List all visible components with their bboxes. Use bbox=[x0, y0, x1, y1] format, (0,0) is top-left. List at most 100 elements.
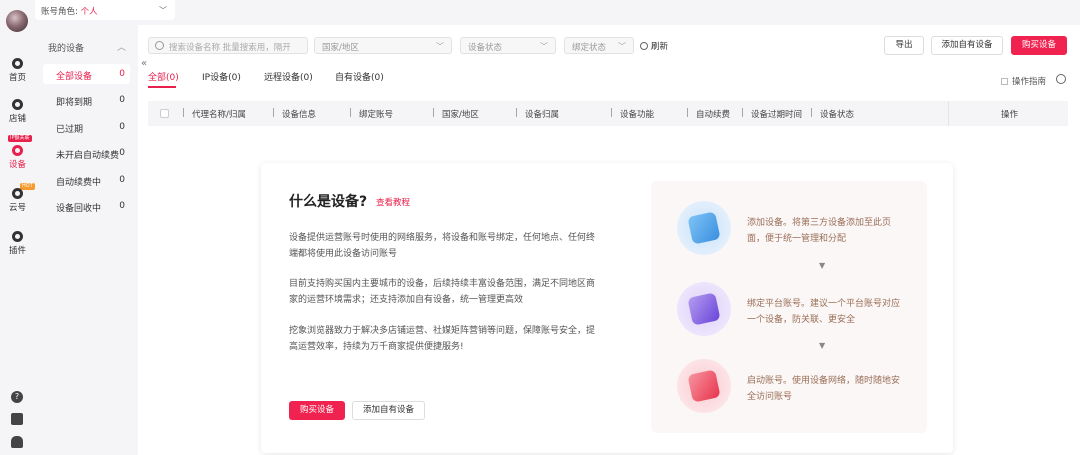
shirt-icon[interactable] bbox=[11, 413, 23, 425]
home-icon bbox=[12, 58, 23, 69]
help-icon[interactable]: ? bbox=[11, 391, 23, 403]
select-all-checkbox[interactable] bbox=[160, 109, 169, 118]
add-device-icon bbox=[677, 201, 731, 255]
column-header: 绑定账号 bbox=[359, 110, 394, 120]
rail-tag-badge: IP额关联 bbox=[8, 135, 32, 142]
rail-item-label: 云号 bbox=[8, 203, 26, 213]
shop-icon bbox=[12, 99, 23, 110]
bind-status-select[interactable]: 绑定状态 ﹀ bbox=[564, 37, 634, 54]
sidebar-item-count: 0 bbox=[119, 148, 125, 158]
rail-item-shop[interactable]: 店铺 bbox=[0, 99, 35, 124]
card-add-own-device-button[interactable]: 添加自有设备 bbox=[352, 401, 425, 420]
operation-guide-toggle[interactable]: 操作指南 bbox=[1001, 75, 1046, 87]
tutorial-link[interactable]: 查看教程 bbox=[376, 196, 410, 208]
select-label: 绑定状态 bbox=[572, 43, 607, 53]
sidebar-item-label: 未开启自动续费 bbox=[56, 151, 120, 161]
column-separator: | bbox=[686, 108, 689, 118]
chevron-down-icon: ﹀ bbox=[618, 42, 626, 51]
sidebar-item-label: 已过期 bbox=[56, 125, 84, 135]
bell-icon[interactable] bbox=[11, 436, 23, 448]
add-own-device-button[interactable]: 添加自有设备 bbox=[931, 36, 1003, 55]
column-separator: | bbox=[810, 108, 813, 118]
launch-account-icon bbox=[677, 359, 731, 413]
rail-item-label: 插件 bbox=[8, 246, 26, 256]
sidebar-item-count: 0 bbox=[119, 201, 125, 211]
column-separator: | bbox=[610, 108, 613, 118]
tab-own[interactable]: 自有设备(0) bbox=[335, 70, 384, 83]
refresh-icon bbox=[640, 42, 648, 50]
sidebar-item-label: 即将到期 bbox=[56, 98, 93, 108]
sidebar-item-no-autorenew[interactable]: 未开启自动续费 0 bbox=[43, 143, 130, 163]
guide-label: 操作指南 bbox=[1012, 77, 1047, 87]
card-paragraph: 挖象浏览器致力于解决多店铺运营、社媒矩阵营销等问题，保障账号安全，提高运营效率，… bbox=[289, 326, 596, 352]
sidebar-item-expiring[interactable]: 即将到期 0 bbox=[43, 90, 130, 110]
select-label: 国家/地区 bbox=[322, 43, 359, 53]
rail-item-label: 首页 bbox=[8, 73, 26, 83]
tab-all[interactable]: 全部(0) bbox=[148, 70, 179, 83]
country-select[interactable]: 国家/地区 ﹀ bbox=[314, 37, 452, 54]
column-header: 设备过期时间 bbox=[751, 110, 803, 120]
column-separator: | bbox=[741, 108, 744, 118]
tab-remote[interactable]: 远程设备(0) bbox=[264, 70, 313, 83]
rail-item-plugin[interactable]: 插件 bbox=[0, 231, 35, 256]
arrow-down-icon: ▼ bbox=[819, 341, 826, 350]
chevron-up-icon[interactable]: ︿ bbox=[117, 40, 126, 53]
steps-panel: 添加设备。将第三方设备添加至此页面，便于统一管理和分配 ▼ 绑定平台账号。建议一… bbox=[651, 181, 927, 433]
search-placeholder: 搜索设备名称 批量搜索用，隔开 bbox=[169, 43, 291, 53]
sidebar-item-expired[interactable]: 已过期 0 bbox=[43, 117, 130, 137]
column-separator: | bbox=[515, 108, 518, 118]
sidebar-item-autorenew[interactable]: 自动续费中 0 bbox=[43, 170, 130, 190]
step-text: 启动账号。使用设备网络，随时随地安全访问账号 bbox=[747, 376, 901, 402]
sidebar-item-count: 0 bbox=[119, 175, 125, 185]
collapse-sidebar-icon[interactable]: « bbox=[141, 58, 147, 69]
chevron-down-icon: ﹀ bbox=[159, 6, 167, 15]
sidebar-item-all[interactable]: 全部设备 0 bbox=[43, 64, 130, 84]
account-role-value: 个人 bbox=[80, 7, 98, 17]
active-tab-indicator bbox=[148, 86, 176, 88]
card-buy-device-button[interactable]: 购买设备 bbox=[289, 401, 345, 420]
cloud-icon bbox=[12, 188, 23, 199]
sidebar-item-recycling[interactable]: 设备回收中 0 bbox=[43, 196, 130, 216]
sidebar-item-count: 0 bbox=[119, 122, 125, 132]
column-header: 设备归属 bbox=[525, 110, 560, 120]
buy-device-button[interactable]: 购买设备 bbox=[1011, 36, 1067, 55]
column-header: 自动续费 bbox=[696, 110, 731, 120]
account-role-select[interactable]: 账号角色: 个人 ﹀ bbox=[35, 0, 175, 20]
column-header: 代理名称/归属 bbox=[192, 110, 246, 120]
sidebar-item-count: 0 bbox=[119, 69, 125, 79]
card-paragraph: 设备提供运营账号时使用的网络服务，将设备和账号绑定，任何地点、任何终端都将使用此… bbox=[289, 233, 596, 259]
guide-checkbox[interactable] bbox=[1001, 78, 1008, 85]
plugin-icon bbox=[12, 231, 23, 242]
step-text: 绑定平台账号。建议一个平台账号对应一个设备，防关联、更安全 bbox=[747, 299, 901, 325]
tab-ip[interactable]: IP设备(0) bbox=[202, 70, 241, 83]
column-header: 国家/地区 bbox=[442, 110, 479, 120]
refresh-button[interactable]: 刷新 bbox=[640, 40, 668, 52]
sidebar-header: 我的设备 bbox=[48, 44, 85, 54]
main-panel: 搜索设备名称 批量搜索用，隔开 国家/地区 ﹀ 设备状态 ﹀ 绑定状态 ﹀ 刷新… bbox=[138, 25, 1080, 455]
column-separator: | bbox=[272, 108, 275, 118]
rail-item-home[interactable]: 首页 bbox=[0, 58, 35, 83]
column-header: 设备信息 bbox=[282, 110, 317, 120]
column-separator: | bbox=[182, 108, 185, 118]
rail-item-cloud[interactable]: 云号 bbox=[0, 188, 35, 213]
status-select[interactable]: 设备状态 ﹀ bbox=[460, 37, 556, 54]
export-button[interactable]: 导出 bbox=[884, 36, 924, 55]
select-label: 设备状态 bbox=[468, 43, 503, 53]
avatar[interactable] bbox=[6, 10, 28, 32]
card-paragraph: 目前支持购买国内主要城市的设备，后续持续丰富设备范围，满足不同地区商家的运营环境… bbox=[289, 279, 596, 305]
step-text: 添加设备。将第三方设备添加至此页面，便于统一管理和分配 bbox=[747, 218, 892, 244]
ops-column: 操作 bbox=[948, 101, 1068, 126]
search-input[interactable]: 搜索设备名称 批量搜索用，隔开 bbox=[148, 37, 308, 54]
device-icon bbox=[12, 145, 23, 156]
table-header: | 代理名称/归属 | 设备信息 | 绑定账号 | 国家/地区 | 设备归属 |… bbox=[148, 101, 1068, 126]
refresh-label: 刷新 bbox=[651, 42, 669, 52]
account-role-label: 账号角色: bbox=[41, 7, 81, 17]
column-separator: | bbox=[432, 108, 435, 118]
column-header: 设备功能 bbox=[620, 110, 655, 120]
sidebar-item-label: 自动续费中 bbox=[56, 178, 102, 188]
search-icon bbox=[155, 41, 164, 50]
sidebar-item-count: 0 bbox=[119, 95, 125, 105]
sidebar-item-label: 全部设备 bbox=[56, 72, 93, 82]
rail-item-device[interactable]: 设备 bbox=[0, 145, 35, 170]
gear-icon[interactable] bbox=[1056, 74, 1066, 84]
